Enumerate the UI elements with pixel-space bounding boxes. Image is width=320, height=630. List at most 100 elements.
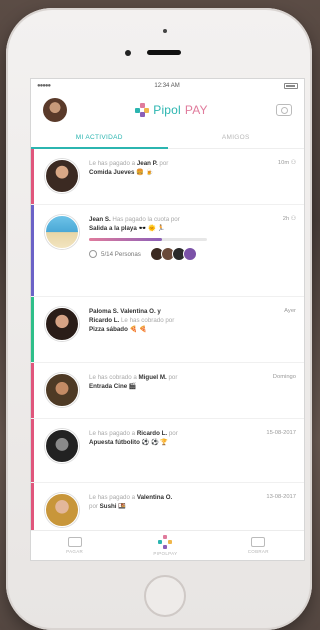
feed-item-line: Paloma S. Valentina O. y [89, 307, 296, 316]
feed-item-line: Pizza sábado 🍕 🍕 [89, 325, 296, 334]
feed-item[interactable]: Paloma S. Valentina O. y Ricardo L. Le ha… [31, 297, 304, 363]
payment-progress-bar [89, 238, 207, 241]
tab-amigos[interactable]: AMIGOS [168, 127, 305, 148]
feed-item-line: Comida Jueves 🍔 🍺 [89, 168, 296, 177]
nav-label: PAGAR [66, 549, 84, 554]
participant-avatar [182, 247, 197, 261]
feed-item-text: Le has pagado a Jean P. por Comida Jueves… [79, 159, 296, 204]
feed-item-text: Le has pagado a Ricardo L. por Apuesta fú… [79, 429, 296, 482]
app-screen: ●●●●● 12:34 AM Pipol PAY MI ACTIVIDAD AMI… [30, 78, 305, 561]
feed-item-color-bar [31, 363, 34, 418]
feed-item-caption: Le has pagado a [89, 494, 137, 501]
feed-item-highlight: Sushi 🍱 [99, 503, 126, 510]
wallet-icon [67, 537, 82, 547]
nav-pipolpay[interactable]: PIPOLPAY [153, 535, 177, 556]
front-camera [125, 50, 131, 56]
feed-item-text: Jean S. Has pagado la cuota por Salida a … [79, 215, 296, 296]
feed-item-line: Ricardo L. Le has cobrado por [89, 316, 296, 325]
feed-item-line: Le has pagado a Jean P. por [89, 159, 296, 168]
home-button[interactable] [144, 575, 186, 617]
feed-item-highlight: Ricardo L. [136, 430, 168, 437]
feed-item-line: Le has cobrado a Miguel M. por [89, 373, 296, 382]
participant-avatars[interactable] [149, 247, 197, 261]
feed-item-caption: Le has pagado a [89, 160, 137, 167]
feed-item-caption: por [157, 160, 169, 167]
participants-count: 5/14 Personas [101, 250, 141, 258]
pipolpay-logo-icon [158, 535, 173, 549]
avatar[interactable] [45, 373, 79, 407]
feed-item-date: Domingo [272, 374, 296, 380]
nav-pagar[interactable]: PAGAR [66, 537, 83, 554]
app-header: Pipol PAY [31, 93, 304, 127]
feed-item[interactable]: Le has pagado a Jean P. por Comida Jueves… [31, 149, 304, 205]
feed-item-caption: Le has cobrado por [119, 317, 175, 324]
feed-item-date: Ayer [284, 308, 296, 314]
feed-item-highlight: Jean P. [136, 160, 158, 167]
logo-text: Pipol [153, 103, 181, 117]
wallet-icon [251, 537, 266, 547]
feed-item-line: Jean S. Has pagado la cuota por [89, 215, 296, 224]
avatar[interactable] [45, 307, 79, 341]
feed-item-line: Le has pagado a Valentina O. [89, 493, 296, 502]
feed-item-caption: Le has pagado a [89, 430, 137, 437]
feed-item-line: Le has pagado a Ricardo L. por [89, 429, 296, 438]
app-logo: Pipol PAY [135, 103, 208, 117]
feed-item-text: Le has cobrado a Miguel M. por Entrada Ci… [79, 373, 296, 418]
feed-item[interactable]: Le has pagado a Ricardo L. por Apuesta fú… [31, 419, 304, 483]
status-bar: ●●●●● 12:34 AM [31, 79, 304, 93]
feed-item-highlight: Ricardo L. [89, 317, 120, 324]
pipolpay-logo-icon [135, 103, 150, 117]
feed-item-highlight: Apuesta fútbolito ⚽ ⚽ 🏆 [89, 439, 169, 446]
feed-item-color-bar [31, 205, 34, 296]
feed-item-color-bar [31, 419, 34, 482]
feed-item-line: Entrada Cine 🎬 [89, 382, 296, 391]
feed-item[interactable]: Le has cobrado a Miguel M. por Entrada Ci… [31, 363, 304, 419]
status-time: 12:34 AM [154, 83, 180, 89]
feed-item-highlight: Paloma S. Valentina O. y [89, 308, 161, 315]
feed-item-text: Paloma S. Valentina O. y Ricardo L. Le ha… [79, 307, 296, 362]
feed-item-line: Apuesta fútbolito ⚽ ⚽ 🏆 [89, 438, 296, 447]
feed-item-caption: por [167, 430, 178, 437]
nav-cobrar[interactable]: COBRAR [248, 537, 269, 554]
feed-item-date: 10m ⚇ [277, 160, 296, 166]
progress-fill [89, 238, 163, 241]
feed-item-highlight: Valentina O. [136, 494, 173, 501]
signal-indicator: ●●●●● [37, 83, 51, 89]
activity-feed: Le has pagado a Jean P. por Comida Jueves… [31, 149, 304, 539]
feed-item-highlight: Salida a la playa 🕶️ 🌞 🏃 [89, 225, 166, 232]
feed-item-caption: por [166, 374, 178, 381]
feed-item-color-bar [31, 297, 34, 362]
nav-label: PIPOLPAY [153, 551, 178, 556]
feed-item-color-bar [31, 149, 34, 204]
camera-icon[interactable] [276, 104, 292, 116]
feed-item-highlight: Entrada Cine 🎬 [89, 383, 137, 390]
avatar[interactable] [45, 493, 79, 527]
feed-item-highlight: Jean S. [89, 216, 111, 223]
avatar[interactable] [45, 429, 79, 463]
feed-item-line: Salida a la playa 🕶️ 🌞 🏃 [89, 224, 296, 233]
logo-accent-text: PAY [184, 103, 208, 117]
avatar[interactable] [45, 215, 79, 249]
feed-item-line: por Sushi 🍱 [89, 502, 296, 511]
feed-item[interactable]: Jean S. Has pagado la cuota por Salida a … [31, 205, 304, 297]
feed-item-date: 13-08-2017 [266, 494, 296, 500]
tab-bar: MI ACTIVIDAD AMIGOS [31, 127, 304, 149]
feed-item-date: 15-08-2017 [266, 430, 296, 436]
profile-avatar[interactable] [43, 98, 67, 122]
feed-item-caption: por [89, 503, 100, 510]
feed-item-date: 2h ⚇ [282, 216, 296, 222]
feed-item-caption: Le has cobrado a [89, 374, 139, 381]
feed-item-highlight: Miguel M. [138, 374, 167, 381]
feed-item-highlight: Comida Jueves 🍔 🍺 [89, 169, 154, 176]
earpiece-speaker [147, 50, 181, 55]
feed-item-highlight: Pizza sábado 🍕 🍕 [89, 326, 147, 333]
battery-icon [283, 83, 298, 89]
feed-item-caption: Has pagado la cuota por [110, 216, 180, 223]
bottom-nav: PAGAR PIPOLPAY COBRAR [31, 530, 304, 560]
person-icon [89, 250, 97, 258]
front-sensor [163, 29, 167, 33]
tab-mi-actividad[interactable]: MI ACTIVIDAD [31, 127, 168, 148]
avatar[interactable] [45, 159, 79, 193]
nav-label: COBRAR [247, 549, 269, 554]
participants-row: 5/14 Personas [89, 247, 296, 261]
